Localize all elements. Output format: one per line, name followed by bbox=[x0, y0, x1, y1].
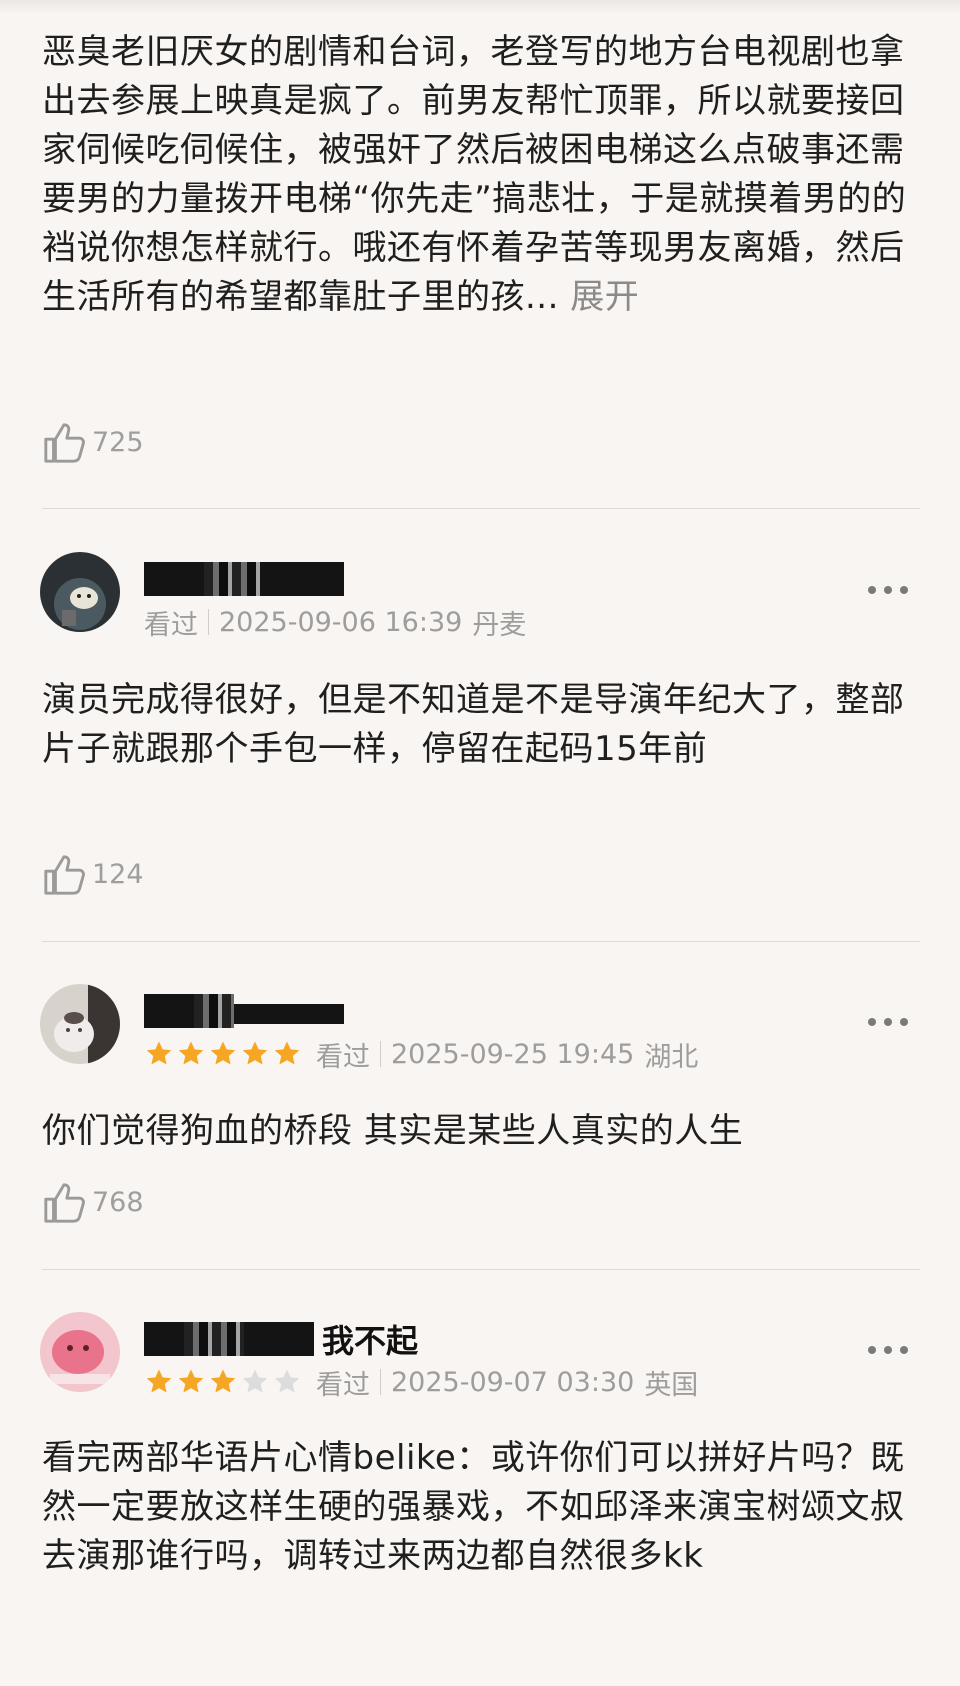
thumbs-up-icon bbox=[44, 1183, 85, 1223]
star-icon bbox=[146, 1369, 172, 1393]
username[interactable]: 我不起 bbox=[322, 1316, 418, 1360]
more-options-button[interactable] bbox=[868, 1342, 908, 1358]
comment-4-body: 看完两部华语片心情belike：或许你们可以拼好片吗？既然一定要放这样生硬的强暴… bbox=[42, 1434, 920, 1581]
star-icon bbox=[210, 1041, 236, 1065]
meta-separator bbox=[208, 609, 209, 635]
comment-datetime: 2025-09-07 03:30 bbox=[391, 1366, 635, 1398]
divider bbox=[42, 1269, 920, 1270]
redacted-username bbox=[144, 1322, 184, 1356]
thumbs-up-icon bbox=[44, 855, 85, 895]
more-dots-icon bbox=[868, 1018, 876, 1026]
redacted-username-mosaic bbox=[204, 562, 260, 596]
top-scroll-fade bbox=[0, 0, 960, 14]
star-icon bbox=[274, 1041, 300, 1065]
redacted-username-mosaic bbox=[194, 994, 234, 1028]
like-count: 725 bbox=[92, 426, 144, 458]
redacted-username bbox=[144, 994, 194, 1028]
avatar[interactable] bbox=[40, 1312, 120, 1392]
star-icon bbox=[242, 1041, 268, 1065]
like-count: 124 bbox=[92, 858, 144, 890]
comment-meta: 看过 2025-09-06 16:39 丹麦 bbox=[144, 604, 527, 641]
redacted-username bbox=[244, 1322, 314, 1356]
more-options-button[interactable] bbox=[868, 1014, 908, 1030]
meta-separator bbox=[380, 1041, 381, 1067]
comment-location: 丹麦 bbox=[472, 609, 527, 641]
comment-3-body: 你们觉得狗血的桥段 其实是某些人真实的人生 bbox=[42, 1107, 920, 1156]
like-button[interactable]: 124 bbox=[42, 848, 144, 900]
comment-datetime: 2025-09-25 19:45 bbox=[391, 1038, 635, 1070]
redacted-username bbox=[260, 562, 344, 596]
comment-meta: 看过 2025-09-25 19:45 湖北 bbox=[144, 1036, 699, 1073]
more-dots-icon bbox=[868, 1346, 876, 1354]
expand-link[interactable]: 展开 bbox=[570, 277, 639, 317]
more-dots-icon bbox=[868, 586, 876, 594]
comment-text: 看完两部华语片心情belike：或许你们可以拼好片吗？既然一定要放这样生硬的强暴… bbox=[42, 1438, 905, 1576]
rating-stars bbox=[144, 1367, 302, 1397]
watch-status: 看过 bbox=[316, 1369, 370, 1401]
star-icon bbox=[146, 1041, 172, 1065]
star-icon bbox=[210, 1369, 236, 1393]
bottom-scroll-fade bbox=[0, 1656, 960, 1686]
redacted-username bbox=[234, 1004, 344, 1024]
star-icon bbox=[178, 1369, 204, 1393]
avatar[interactable] bbox=[40, 552, 120, 632]
rating-stars bbox=[144, 1039, 302, 1069]
comment-location: 湖北 bbox=[644, 1041, 699, 1073]
star-icon bbox=[178, 1041, 204, 1065]
comment-4-header: 我不起 看过 2025-09-07 03:30 英国 bbox=[40, 1312, 920, 1402]
divider bbox=[42, 508, 920, 509]
like-button[interactable]: 725 bbox=[42, 416, 144, 468]
comment-text: 恶臭老旧厌女的剧情和台词，老登写的地方台电视剧也拿出去参展上映真是疯了。前男友帮… bbox=[42, 32, 907, 317]
comment-text: 你们觉得狗血的桥段 其实是某些人真实的人生 bbox=[42, 1111, 744, 1151]
redacted-username-mosaic bbox=[184, 1322, 244, 1356]
thumbs-up-icon bbox=[44, 423, 85, 463]
avatar[interactable] bbox=[40, 984, 120, 1064]
more-options-button[interactable] bbox=[868, 582, 908, 598]
meta-separator bbox=[380, 1369, 381, 1395]
redacted-username bbox=[144, 562, 204, 596]
like-count: 768 bbox=[92, 1186, 144, 1218]
comment-text: 演员完成得很好，但是不知道是不是导演年纪大了，整部片子就跟那个手包一样，停留在起… bbox=[42, 680, 905, 769]
watch-status: 看过 bbox=[316, 1041, 370, 1073]
comment-2-header: 看过 2025-09-06 16:39 丹麦 bbox=[40, 552, 920, 642]
comment-3-header: 看过 2025-09-25 19:45 湖北 bbox=[40, 984, 920, 1074]
comment-meta: 看过 2025-09-07 03:30 英国 bbox=[144, 1364, 699, 1401]
comment-location: 英国 bbox=[644, 1369, 699, 1401]
comment-datetime: 2025-09-06 16:39 bbox=[219, 606, 463, 638]
divider bbox=[42, 941, 920, 942]
like-button[interactable]: 768 bbox=[42, 1176, 144, 1228]
comment-1-body: 恶臭老旧厌女的剧情和台词，老登写的地方台电视剧也拿出去参展上映真是疯了。前男友帮… bbox=[42, 28, 920, 322]
comment-2-body: 演员完成得很好，但是不知道是不是导演年纪大了，整部片子就跟那个手包一样，停留在起… bbox=[42, 676, 920, 774]
star-icon bbox=[242, 1369, 268, 1393]
watch-status: 看过 bbox=[144, 609, 198, 641]
star-icon bbox=[274, 1369, 300, 1393]
